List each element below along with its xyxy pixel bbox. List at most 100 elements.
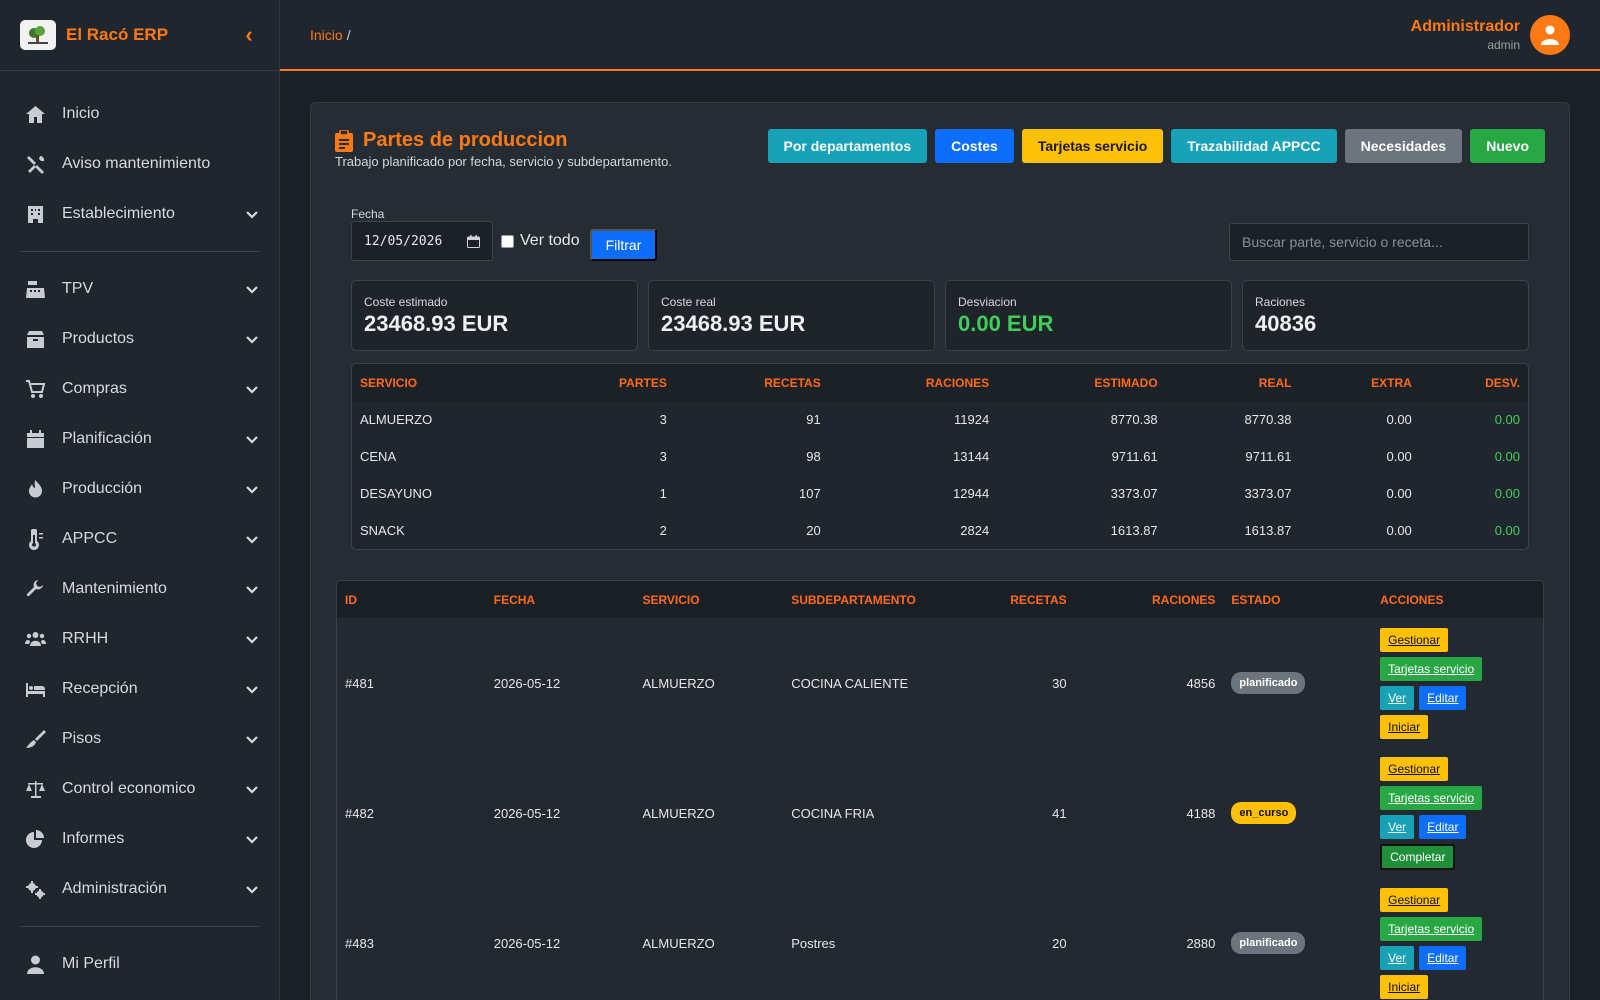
summary-cell: 20 [806,523,821,538]
expand-toggle[interactable] [245,332,259,346]
show-all-toggle[interactable]: Ver todo [501,232,580,250]
view-button[interactable]: Ver [1380,945,1415,970]
sidebar-item-recepción[interactable]: Recepción [0,664,279,714]
avatar[interactable] [1530,14,1570,55]
sidebar-item-establecimiento[interactable]: Establecimiento [0,189,279,239]
view-button[interactable]: Ver [1380,814,1415,839]
cell-recetas: 41 [1052,805,1067,821]
expand-toggle[interactable] [245,832,259,846]
chevron-down-icon [246,636,258,644]
sidebar-item-mi-perfil[interactable]: Mi Perfil [0,939,279,989]
expand-toggle[interactable] [245,382,259,396]
sidebar-item-label: Mantenimiento [62,580,167,597]
chevron-down-icon [246,786,258,794]
sidebar-item-pisos[interactable]: Pisos [0,714,279,764]
sidebar-item-aviso-mantenimiento[interactable]: Aviso mantenimiento [0,139,279,189]
summary-cell: 0.00 [1386,412,1412,427]
sidebar-item-informes[interactable]: Informes [0,814,279,864]
new-button[interactable]: Nuevo [1470,129,1545,163]
sidebar-item-label: Productos [62,330,135,347]
cell-acciones: Gestionar Tarjetas servicio Ver Editar Compl… [1372,748,1543,878]
cell-servicio: ALMUERZO [642,805,715,821]
sidebar-item-label: Control economico [62,780,196,797]
sidebar-nav: Inicio Aviso mantenimiento Establecimiento… [0,71,279,989]
summary-cell: 3373.07 [1110,486,1158,501]
sidebar-item-planificación[interactable]: Planificación [0,414,279,464]
chevron-down-icon [246,336,258,344]
manage-button[interactable]: Gestionar [1380,756,1449,781]
row-actions: Gestionar Tarjetas servicio Ver Editar Inici… [1380,627,1535,739]
edit-button[interactable]: Editar [1419,814,1467,839]
service-cards-link[interactable]: Tarjetas servicio [1380,916,1483,941]
stat-estimated-cost: Coste estimado 23468.93 EUR [351,280,638,351]
date-label: Fecha [351,207,385,221]
expand-toggle[interactable] [245,282,259,296]
expand-toggle[interactable] [245,782,259,796]
stat-value: 0.00 EUR [958,311,1054,336]
summary-cell: 1613.87 [1244,523,1292,538]
needs-button[interactable]: Necesidades [1344,129,1463,163]
chevron-down-icon [246,836,258,844]
service-cards-link[interactable]: Tarjetas servicio [1380,785,1483,810]
summary-cell: 2 [659,523,667,538]
summary-cell: 3 [659,449,667,464]
expand-toggle[interactable] [245,882,259,896]
complete-button[interactable]: Completar [1380,843,1456,870]
brand-logo [20,20,56,50]
search-input[interactable]: Buscar parte, servicio o receta... [1229,223,1529,261]
user-info[interactable]: Administrador admin [1411,18,1520,52]
breadcrumb-home-link[interactable]: Inicio [310,27,343,43]
sidebar-divider [20,251,259,252]
view-button[interactable]: Ver [1380,685,1415,710]
costs-button[interactable]: Costes [935,129,1014,163]
summary-column-header: REAL [1165,364,1300,401]
start-button[interactable]: Iniciar [1380,714,1429,739]
appcc-traceability-button[interactable]: Trazabilidad APPCC [1171,129,1337,163]
sidebar-item-rrhh[interactable]: RRHH [0,614,279,664]
edit-button[interactable]: Editar [1419,945,1467,970]
sidebar-item-control-economico[interactable]: Control economico [0,764,279,814]
bed-icon [22,678,48,700]
table-row: #483 2026-05-12 ALMUERZO Postres 20 2880 plani… [337,878,1543,1000]
sidebar-item-mantenimiento[interactable]: Mantenimiento [0,564,279,614]
summary-cell: 107 [799,486,821,501]
calendar-icon[interactable] [467,235,480,248]
by-department-button[interactable]: Por departamentos [767,129,928,163]
summary-column-header: ESTIMADO [997,364,1166,401]
expand-toggle[interactable] [245,207,259,221]
chevron-down-icon [246,586,258,594]
expand-toggle[interactable] [245,432,259,446]
expand-toggle[interactable] [245,532,259,546]
scale-icon [22,778,48,800]
edit-button[interactable]: Editar [1419,685,1467,710]
manage-button[interactable]: Gestionar [1380,627,1449,652]
sidebar-item-inicio[interactable]: Inicio [0,89,279,139]
summary-column-header: RACIONES [828,364,998,401]
expand-toggle[interactable] [245,482,259,496]
service-cards-link[interactable]: Tarjetas servicio [1380,656,1483,681]
sidebar-item-label: Planificación [62,430,152,447]
expand-toggle[interactable] [245,632,259,646]
sidebar-item-appcc[interactable]: APPCC [0,514,279,564]
start-button[interactable]: Iniciar [1380,974,1429,999]
expand-toggle[interactable] [245,582,259,596]
sidebar-item-productos[interactable]: Productos [0,314,279,364]
sidebar-collapse-icon[interactable]: ‹ [239,22,259,48]
sidebar-item-tpv[interactable]: TPV [0,264,279,314]
sidebar-item-label: Inicio [62,105,100,122]
filter-button[interactable]: Filtrar [590,229,657,261]
service-cards-button[interactable]: Tarjetas servicio [1021,129,1164,163]
sidebar-item-administración[interactable]: Administración [0,864,279,914]
show-all-checkbox[interactable] [501,234,514,248]
expand-toggle[interactable] [245,682,259,696]
chevron-down-icon [246,211,258,219]
sidebar-item-label: Recepción [62,680,138,697]
date-input[interactable]: 12/05/2026 [351,221,493,261]
stat-value: 23468.93 EUR [364,311,509,336]
sidebar-item-producción[interactable]: Producción [0,464,279,514]
manage-button[interactable]: Gestionar [1380,887,1449,912]
expand-toggle[interactable] [245,732,259,746]
summary-cell: ALMUERZO [360,412,433,427]
sidebar-item-compras[interactable]: Compras [0,364,279,414]
box-icon [22,328,48,350]
